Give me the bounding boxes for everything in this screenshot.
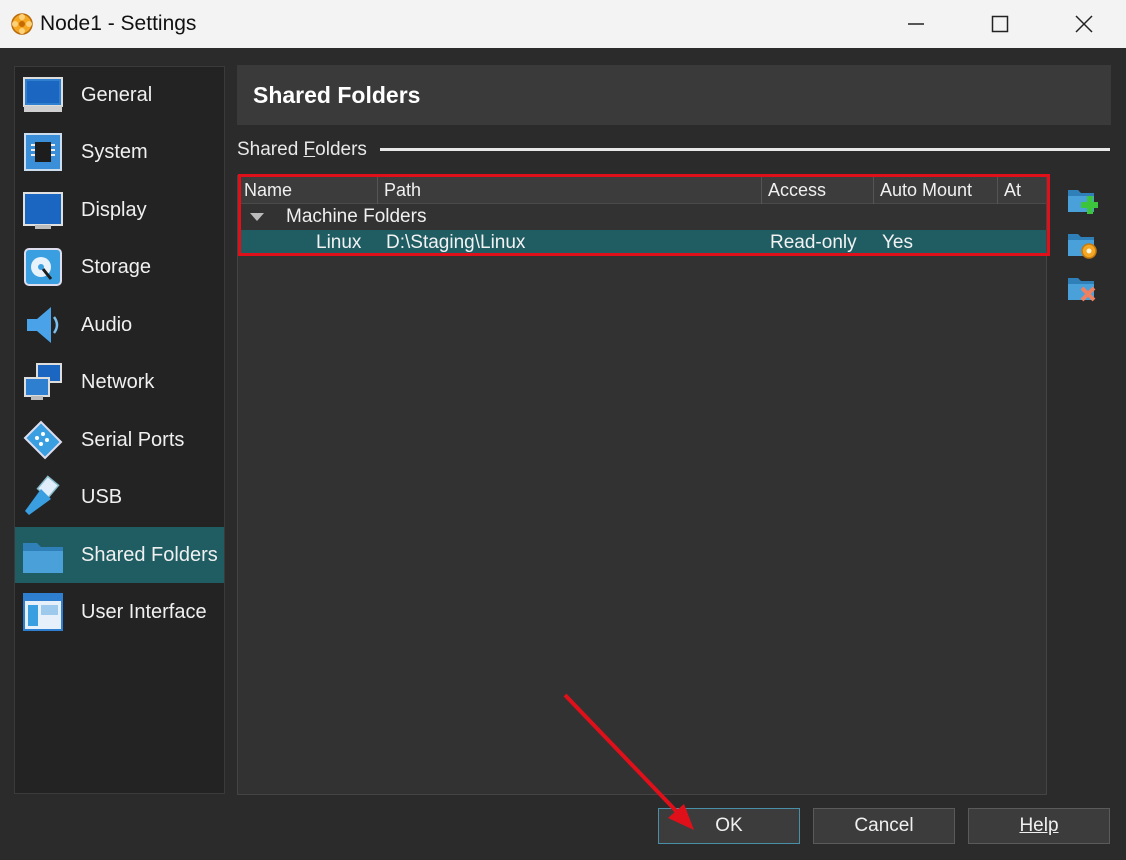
minimize-icon — [908, 23, 924, 25]
sidebar-item-label: User Interface — [81, 600, 207, 623]
help-button[interactable]: Help — [968, 808, 1110, 844]
dialog-body: General System Display Storage Audio Net… — [0, 48, 1126, 860]
sidebar-item-label: Display — [81, 198, 147, 221]
close-icon — [1075, 15, 1093, 33]
sidebar-item-label: Serial Ports — [81, 428, 185, 451]
maximize-icon — [991, 15, 1009, 33]
general-icon — [23, 77, 63, 112]
shared-folders-table[interactable]: Name Path Access Auto Mount At Machine F… — [237, 175, 1047, 795]
group-row-machine-folders[interactable]: Machine Folders — [238, 205, 1046, 229]
remove-folder-icon[interactable] — [1066, 272, 1098, 304]
title-bar: Node1 - Settings — [0, 0, 1126, 48]
cell-auto-mount: Yes — [882, 232, 913, 253]
column-header-auto-mount[interactable]: Auto Mount — [874, 176, 998, 204]
cell-name: Linux — [316, 232, 362, 253]
mnemonic-letter: F — [303, 139, 316, 160]
close-button[interactable] — [1042, 0, 1126, 48]
table-row[interactable]: Linux D:\Staging\Linux Read-only Yes — [238, 230, 1046, 254]
group-label: Machine Folders — [286, 206, 427, 227]
column-header-path[interactable]: Path — [378, 176, 762, 204]
sidebar-item-label: System — [81, 140, 148, 163]
network-icon — [24, 363, 62, 400]
user-interface-icon — [23, 593, 63, 631]
add-folder-icon[interactable] — [1066, 184, 1098, 216]
edit-folder-icon[interactable] — [1066, 228, 1098, 260]
maximize-button[interactable] — [958, 0, 1042, 48]
sidebar-item-storage[interactable]: Storage — [15, 239, 224, 295]
serial-ports-icon — [23, 420, 63, 460]
cell-access: Read-only — [770, 232, 857, 253]
sidebar-item-general[interactable]: General — [15, 67, 224, 123]
sidebar-item-serial-ports[interactable]: Serial Ports — [15, 412, 224, 468]
system-icon — [24, 133, 62, 171]
sidebar-item-network[interactable]: Network — [15, 354, 224, 410]
sidebar-item-label: Audio — [81, 313, 133, 336]
sidebar-item-label: USB — [81, 485, 123, 508]
ok-button[interactable]: OK — [658, 808, 800, 844]
cell-path: D:\Staging\Linux — [386, 232, 526, 253]
minimize-button[interactable] — [874, 0, 958, 48]
collapse-arrow-icon[interactable] — [250, 213, 264, 221]
sidebar-item-usb[interactable]: USB — [15, 469, 224, 525]
page-header: Shared Folders — [237, 65, 1111, 125]
window-title: Node1 - Settings — [40, 12, 197, 35]
page-title: Shared Folders — [253, 82, 421, 108]
sidebar-item-user-interface[interactable]: User Interface — [15, 584, 224, 640]
sidebar-item-system[interactable]: System — [15, 124, 224, 180]
sidebar-item-label: Shared Folders — [81, 543, 218, 566]
column-header-name[interactable]: Name — [238, 176, 378, 204]
sidebar-item-label: Network — [81, 370, 155, 393]
sidebar-item-label: Storage — [81, 255, 152, 278]
shared-folders-icon — [23, 543, 63, 573]
audio-icon — [27, 307, 59, 343]
table-header-row: Name Path Access Auto Mount At — [238, 176, 1046, 204]
virtualbox-app-icon — [11, 13, 33, 35]
sidebar-item-audio[interactable]: Audio — [15, 297, 224, 353]
section-label: Shared Folders — [237, 139, 367, 160]
column-header-access[interactable]: Access — [762, 176, 874, 204]
help-button-label: Help — [1019, 815, 1059, 836]
section-divider — [380, 148, 1110, 151]
sidebar-item-display[interactable]: Display — [15, 182, 224, 238]
column-header-at[interactable]: At — [998, 176, 1046, 204]
usb-icon — [25, 475, 60, 515]
cancel-button[interactable]: Cancel — [813, 808, 955, 844]
storage-icon — [24, 248, 62, 286]
settings-sidebar: General System Display Storage Audio Net… — [14, 66, 225, 794]
sidebar-item-shared-folders[interactable]: Shared Folders — [15, 527, 224, 583]
sidebar-item-label: General — [81, 83, 153, 106]
display-icon — [23, 192, 63, 229]
